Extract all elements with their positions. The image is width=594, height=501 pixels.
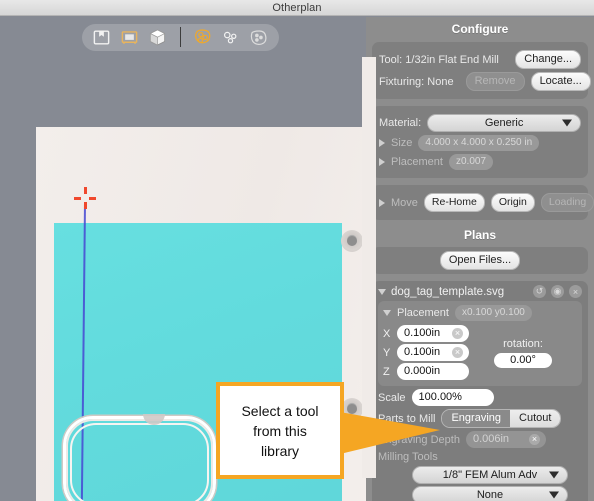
material-select[interactable]: Generic (427, 114, 581, 132)
plan-placement-disclosure-icon[interactable] (383, 310, 391, 316)
plan-placement-section: Placement x0.100 y0.100 X 0.100in × Y 0.… (378, 301, 582, 386)
callout-line-3: library (260, 442, 300, 459)
z-label: Z (383, 365, 390, 378)
y-row: Y 0.100in × (383, 344, 469, 361)
cube-view-icon[interactable] (147, 26, 169, 48)
plan-card-dog-tag: dog_tag_template.svg ↺ ◉ × Placement x0.… (372, 281, 588, 501)
callout-text: Select a tool from this library (241, 401, 318, 461)
material-label: Material: (379, 117, 422, 129)
window-title: Otherplan (272, 1, 322, 14)
holddown-hole-top (341, 230, 363, 252)
otherplan-window: Otherplan Configure Tool: 1/32in Flat En… (0, 0, 594, 501)
x-input[interactable]: 0.100in × (397, 325, 469, 342)
callout-line-1: Select a tool (241, 402, 319, 419)
rotation-label: rotation: (503, 337, 543, 350)
plan-placement-label: Placement (397, 307, 449, 319)
x-row: X 0.100in × (383, 325, 469, 342)
open-files-group: Open Files... (372, 247, 588, 274)
viewport-toolbar (81, 23, 279, 51)
move-disclosure-icon[interactable] (379, 198, 385, 207)
viewport-toolbar-container (0, 17, 360, 57)
change-tool-button[interactable]: Change... (515, 50, 581, 69)
engraving-depth-value: 0.006in (472, 433, 510, 445)
move-row: Move Re-Home Origin Loading (379, 193, 594, 212)
y-input[interactable]: 0.100in × (397, 344, 469, 361)
parts-cutout-option[interactable]: Cutout (510, 410, 561, 427)
milling-tool-select-1[interactable]: 1/8" FEM Alum Adv (412, 466, 568, 484)
x-label: X (383, 327, 391, 340)
visibility-eye-icon[interactable]: ◉ (551, 285, 564, 298)
move-group: Move Re-Home Origin Loading (372, 185, 594, 220)
close-icon[interactable]: × (569, 285, 582, 298)
clear-x-icon[interactable]: × (452, 327, 463, 339)
tool-row: Tool: 1/32in Flat End Mill Change... (379, 50, 581, 69)
chevron-down-icon (549, 491, 559, 499)
configure-header: Configure (451, 22, 509, 36)
chevron-down-icon (549, 471, 559, 479)
tool-paths-icon[interactable] (220, 26, 242, 48)
clear-y-icon[interactable]: × (452, 346, 463, 358)
origin-button[interactable]: Origin (490, 193, 535, 212)
rotation-input[interactable]: 0.00° (494, 352, 552, 368)
y-value: 0.100in (404, 346, 441, 358)
callout-line-2: from this (253, 422, 307, 439)
scale-row: Scale 100.00% (378, 389, 582, 406)
open-files-row: Open Files... (379, 251, 581, 270)
milling-tool-1-value: 1/8" FEM Alum Adv (442, 469, 538, 481)
material-row: Material: Generic (379, 114, 581, 132)
dogtag-engraving-path (70, 423, 209, 501)
toolbar-divider (179, 27, 181, 47)
tool-fixturing-group: Tool: 1/32in Flat End Mill Change... Fix… (372, 42, 591, 99)
z-input[interactable]: 0.000in (397, 363, 469, 380)
loading-button: Loading (540, 193, 594, 212)
reset-icon[interactable]: ↺ (533, 285, 546, 298)
placement-row: Placement z0.007 (379, 154, 581, 170)
scale-value: 100.00% (418, 391, 462, 403)
callout-arrow-icon (340, 412, 440, 454)
window-titlebar: Otherplan (0, 0, 594, 16)
plan-placement-summary: x0.100 y0.100 (454, 305, 532, 321)
clear-engraving-depth-icon[interactable]: × (528, 433, 540, 445)
remove-fixturing-button: Remove (465, 72, 525, 91)
z-row: Z 0.000in (383, 363, 469, 380)
open-files-button[interactable]: Open Files... (439, 251, 521, 270)
size-label: Size (391, 137, 413, 149)
scale-input[interactable]: 100.00% (411, 389, 494, 406)
tool-label: Tool: 1/32in Flat End Mill (379, 53, 499, 66)
bookmark-view-icon[interactable] (91, 26, 113, 48)
milling-tool-2-value: None (476, 489, 504, 501)
milling-tool-select-2[interactable]: None (412, 486, 568, 501)
placement-value: z0.007 (448, 154, 494, 170)
size-disclosure-icon[interactable] (379, 139, 385, 147)
tool-paths-active-icon[interactable] (192, 26, 214, 48)
plan-disclosure-icon[interactable] (378, 288, 386, 295)
locate-fixturing-button[interactable]: Locate... (530, 72, 591, 91)
placement-disclosure-icon[interactable] (379, 158, 385, 166)
plans-header: Plans (463, 228, 496, 242)
x-value: 0.100in (404, 327, 441, 339)
z-value: 0.000in (404, 365, 441, 377)
size-value: 4.000 x 4.000 x 0.250 in (418, 135, 540, 151)
plan-placement-header-row: Placement x0.100 y0.100 (383, 305, 577, 321)
engraving-depth-input[interactable]: 0.006in × (465, 431, 546, 448)
plan-file-name: dog_tag_template.svg (391, 285, 505, 298)
tooltip-callout: Select a tool from this library (216, 382, 344, 479)
placement-label: Placement (391, 156, 443, 168)
material-select-value: Generic (484, 117, 524, 129)
y-label: Y (383, 346, 391, 359)
origin-crosshair-icon (74, 187, 96, 209)
material-preview-icon[interactable] (248, 26, 270, 48)
rotation-column: rotation: 0.00° (469, 338, 577, 368)
fixturing-row: Fixturing: None Remove Locate... (379, 72, 591, 91)
fixturing-label: Fixturing: None (379, 75, 454, 88)
material-group: Material: Generic Size 4.000 x 4.000 x 0… (372, 106, 588, 178)
bed-view-icon[interactable] (119, 26, 141, 48)
chevron-down-icon (562, 119, 572, 127)
plan-title-row: dog_tag_template.svg ↺ ◉ × (378, 285, 582, 298)
scale-label: Scale (378, 391, 406, 404)
size-row: Size 4.000 x 4.000 x 0.250 in (379, 135, 581, 151)
re-home-button[interactable]: Re-Home (423, 193, 485, 212)
move-label: Move (391, 196, 418, 209)
bed-overlap-strip-top (362, 57, 376, 238)
